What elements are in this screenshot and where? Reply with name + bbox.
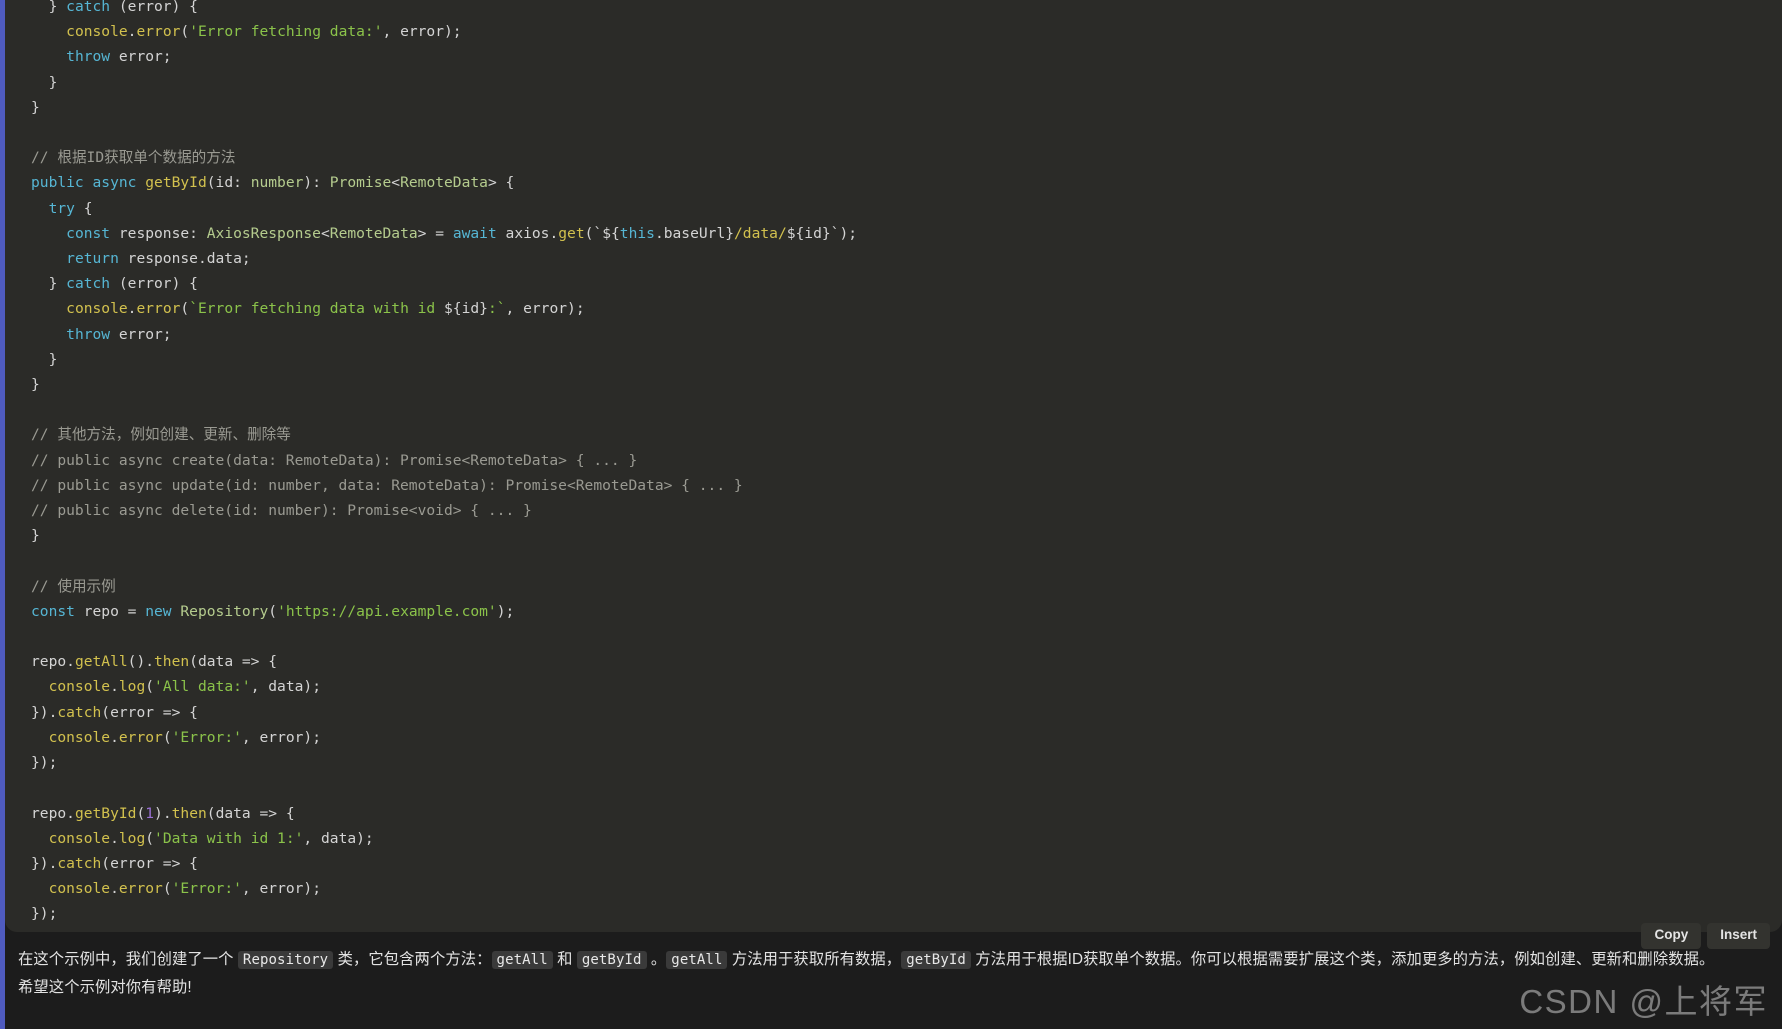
explanation-text: 在这个示例中，我们创建了一个 Repository 类，它包含两个方法： getA… — [18, 946, 1778, 1002]
prose-text: 。 — [646, 951, 667, 968]
insert-button[interactable]: Insert — [1707, 923, 1770, 949]
prose-text: 方法用于获取所有数据， — [727, 951, 902, 968]
prose-text: 方法用于根据ID获取单个数据。你可以根据需要扩展这个类，添加更多的方法，例如创建… — [970, 951, 1715, 968]
inline-code-repository: Repository — [237, 951, 334, 969]
code-content[interactable]: } catch (error) { console.error('Error f… — [5, 0, 1782, 927]
copy-button[interactable]: Copy — [1641, 923, 1702, 949]
prose-text: 类，它包含两个方法： — [333, 951, 492, 968]
inline-code-getbyid: getById — [576, 951, 647, 969]
prose-text: 在这个示例中，我们创建了一个 — [18, 951, 238, 968]
code-action-buttons: Copy Insert — [1641, 923, 1770, 949]
code-answer-panel: } catch (error) { console.error('Error f… — [0, 0, 1782, 1029]
code-block: } catch (error) { console.error('Error f… — [5, 0, 1782, 932]
inline-code-getall: getAll — [491, 951, 553, 969]
prose-text: 和 — [552, 951, 577, 968]
prose-line-2: 希望这个示例对你有帮助! — [18, 979, 192, 996]
inline-code-getall-2: getAll — [666, 951, 728, 969]
inline-code-getbyid-2: getById — [901, 951, 971, 969]
prose-line-1: 在这个示例中，我们创建了一个 Repository 类，它包含两个方法： getA… — [18, 951, 1715, 969]
left-accent-bar — [0, 0, 5, 1029]
